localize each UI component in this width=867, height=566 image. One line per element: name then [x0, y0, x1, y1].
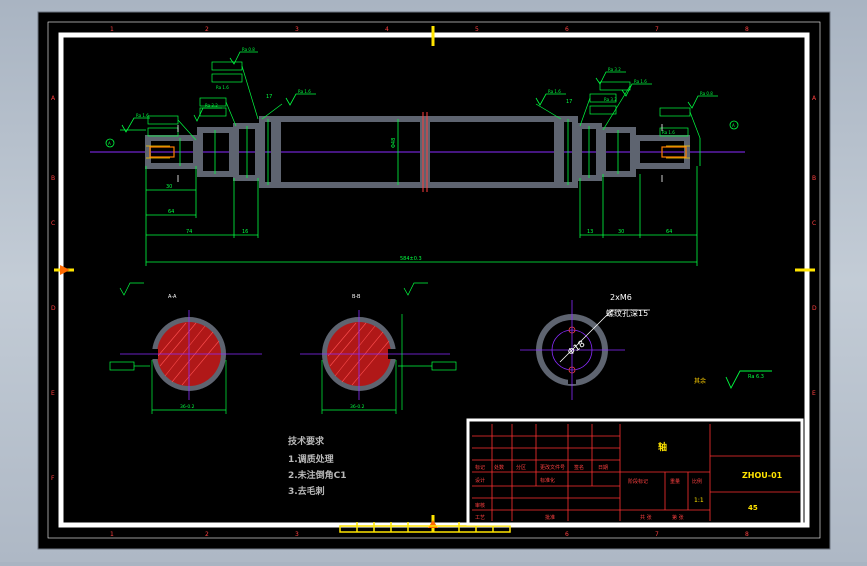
grid-col-label: 8 — [745, 531, 749, 538]
dim-16-left: 16 — [242, 229, 248, 235]
section-bb-dim: 36-0.2 — [350, 404, 365, 410]
tb-header: 分区 — [516, 464, 526, 471]
grid-col-label: 6 — [565, 531, 569, 538]
ra-label: Ra 0.8 — [700, 91, 713, 96]
tech-req-title: 技术要求 — [288, 435, 325, 447]
grid-row-label: C — [812, 220, 816, 227]
ra-label: Ra 1.6 — [662, 130, 675, 135]
ra-label: Ra 1.6 — [216, 85, 229, 90]
dim-64-left: 64 — [168, 209, 174, 215]
grid-col-label: 1 — [110, 531, 114, 538]
grid-col-label: 5 — [475, 26, 479, 33]
dim-64-right: 64 — [666, 229, 672, 235]
grid-col-label: 8 — [745, 26, 749, 33]
tb-approve: 批准 — [545, 514, 555, 521]
dim-17-left: 17 — [266, 94, 272, 100]
ra-label: Ra 1.6 — [634, 79, 647, 84]
dim-30-right: 30 — [618, 229, 624, 235]
grid-row-label: D — [812, 305, 817, 312]
tb-standard: 标准化 — [540, 477, 555, 484]
tb-review: 审核 — [475, 502, 485, 509]
tb-part-name: 轴 — [658, 441, 667, 453]
title-block: 标记 处数 分区 更改文件号 签名 日期 设计 标准化 审核 工艺 批准 阶段标… — [466, 418, 804, 526]
datum-a-right: A — [732, 123, 735, 128]
remaining-note: 其余 — [694, 377, 706, 385]
grid-col-label: 7 — [655, 531, 659, 538]
tb-stage-label: 阶段标记 — [628, 478, 648, 485]
tb-code: ZHOU-01 — [742, 471, 783, 480]
tech-req-line: 1.调质处理 — [288, 453, 334, 465]
center-dia-label: Φ48 — [391, 138, 397, 148]
cad-window: 1 2 3 4 5 6 7 8 1 2 3 6 7 8 A B C D E F … — [0, 0, 867, 562]
tb-scale-value: 1:1 — [694, 497, 704, 504]
tb-weight-label: 重量 — [670, 478, 680, 485]
section-aa-dim: 36-0.2 — [180, 404, 195, 410]
grid-col-label: 2 — [205, 531, 209, 538]
grid-row-label: B — [51, 175, 55, 182]
thread-depth-note: 螺纹孔深15 — [606, 308, 648, 318]
grid-row-label: E — [51, 390, 55, 397]
cad-drawing-canvas[interactable]: 1 2 3 4 5 6 7 8 1 2 3 6 7 8 A B C D E F … — [0, 0, 867, 562]
grid-col-label: 7 — [655, 26, 659, 33]
grid-row-label: C — [51, 220, 55, 227]
tb-header: 处数 — [494, 464, 504, 471]
datum-a-left: A — [108, 141, 111, 146]
tb-sheets: 共 张 — [640, 514, 652, 521]
dim-74-left: 74 — [186, 229, 192, 235]
ra-label: Ra 0.8 — [242, 47, 255, 52]
tb-header: 签名 — [574, 464, 584, 471]
grid-col-label: 2 — [205, 26, 209, 33]
section-bb-label: B-B — [352, 294, 361, 300]
tb-material: 45 — [748, 504, 758, 512]
section-aa-label: A-A — [168, 294, 177, 300]
ra-label: Ra 3.2 — [608, 67, 621, 72]
grid-row-label: B — [812, 175, 816, 182]
tech-req-line: 3.去毛刺 — [288, 485, 325, 497]
ra-label: Ra 1.6 — [136, 113, 149, 118]
ra-label: Ra 3.2 — [205, 103, 218, 108]
grid-row-label: D — [51, 305, 56, 312]
diameter-dim-labels: Φ48 — [391, 138, 397, 148]
remaining-ra: Ra 6.3 — [748, 374, 764, 380]
tb-scale-label: 比例 — [692, 478, 702, 485]
grid-row-label: E — [812, 390, 816, 397]
dim-30-left: 30 — [166, 184, 172, 190]
grid-col-label: 3 — [295, 531, 299, 538]
grid-col-label: 3 — [295, 26, 299, 33]
dim-overall: 584±0.3 — [400, 256, 422, 262]
grid-col-label: 1 — [110, 26, 114, 33]
ra-label: Ra 1.6 — [548, 89, 561, 94]
ra-label: Ra 1.6 — [298, 89, 311, 94]
thread-spec: 2xM6 — [610, 293, 632, 302]
grid-col-label: 4 — [385, 26, 389, 33]
dim-17-right: 17 — [566, 99, 572, 105]
tb-process: 工艺 — [475, 515, 485, 521]
grid-row-label: F — [51, 475, 55, 482]
dim-13-right: 13 — [587, 229, 593, 235]
grid-col-label: 6 — [565, 26, 569, 33]
tb-header: 更改文件号 — [540, 464, 565, 471]
ra-label: Ra 3.2 — [604, 97, 617, 102]
tb-header: 标记 — [475, 464, 485, 471]
tech-req-line: 2.未注倒角C1 — [288, 469, 347, 481]
tb-sheet-of: 第 张 — [672, 514, 684, 521]
tb-header: 日期 — [598, 465, 608, 471]
tb-design: 设计 — [475, 477, 485, 484]
